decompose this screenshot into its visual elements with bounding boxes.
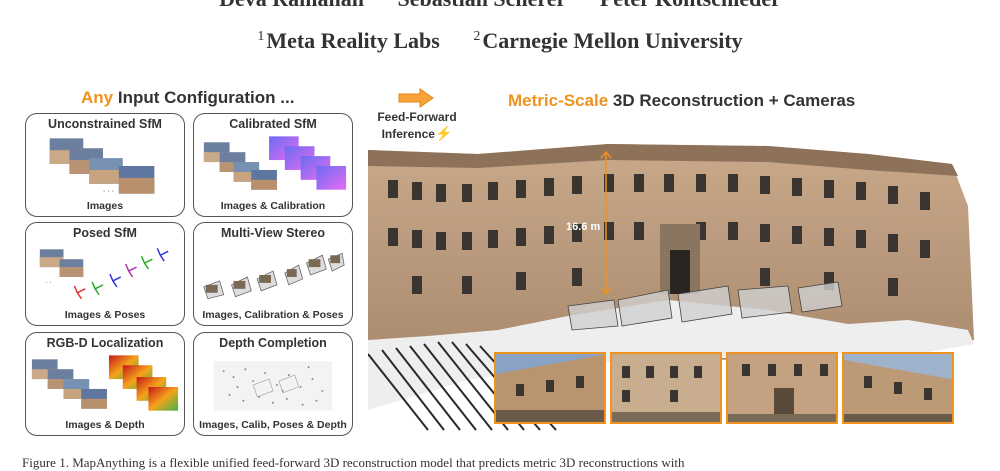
svg-text:. .: . . <box>46 278 52 285</box>
panel-multi-view-stereo: Multi-View Stereo Images, Calibration & … <box>193 222 353 326</box>
panel-calibrated-sfm: Calibrated SfM Images & Calibration <box>193 113 353 217</box>
measurement-label: 16.6 m <box>566 221 600 233</box>
images-poses-icon: . . <box>39 248 169 300</box>
panel-title: Unconstrained SfM <box>48 117 162 131</box>
panel-caption: Images & Poses <box>64 309 146 321</box>
author-name: Deva Ramanan <box>219 0 364 11</box>
svg-text:. . .: . . . <box>103 185 114 194</box>
camera-frusta-icon <box>203 252 345 300</box>
left-heading: Any Input Configuration ... <box>81 88 294 108</box>
author-name: Peter Kontschieder <box>600 0 781 11</box>
panel-title: Posed SfM <box>73 226 137 240</box>
figure-caption: Figure 1. MapAnything is a flexible unif… <box>22 455 685 470</box>
panel-caption: Images <box>86 200 124 212</box>
author-list: Deva Ramanan Sebastian Scherer Peter Kon… <box>0 0 1000 12</box>
panel-title: Calibrated SfM <box>229 117 317 131</box>
stacked-images-icon: . . . <box>49 138 155 194</box>
thumbnail-image <box>726 352 838 424</box>
orange-right-arrow-icon <box>398 88 434 108</box>
arrow-label: Feed-Forward Inference⚡ <box>372 109 462 142</box>
right-heading-rest: 3D Reconstruction + Cameras <box>608 91 856 110</box>
panel-rgbd-localization: RGB-D Localization Images & Depth <box>25 332 185 436</box>
panel-caption: Images, Calibration & Poses <box>202 309 344 321</box>
panel-title: Depth Completion <box>219 336 327 350</box>
arrow-label-line1: Feed-Forward <box>377 110 457 124</box>
author-name: Sebastian Scherer <box>397 0 566 11</box>
right-heading: Metric-Scale 3D Reconstruction + Cameras <box>508 91 855 111</box>
thumbnail-image <box>610 352 722 424</box>
affiliation: 2Carnegie Mellon University <box>473 28 743 53</box>
panel-posed-sfm: Posed SfM . . Images & Poses <box>25 222 185 326</box>
panel-title: Multi-View Stereo <box>221 226 325 240</box>
images-depth-icon <box>31 355 179 411</box>
right-heading-accent: Metric-Scale <box>508 91 609 110</box>
left-heading-rest: Input Configuration ... <box>113 88 295 107</box>
lightning-bolt-icon: ⚡ <box>434 125 453 141</box>
arrow-label-line2: Inference <box>381 127 435 141</box>
panel-caption: Images, Calib, Poses & Depth <box>199 419 347 431</box>
feed-forward-arrow <box>398 88 434 108</box>
panel-caption: Images & Depth <box>65 419 145 431</box>
thumbnail-image <box>494 352 606 424</box>
sparse-point-cloud-icon <box>213 361 333 411</box>
affiliation-list: 1Meta Reality Labs 2Carnegie Mellon Univ… <box>0 28 1000 54</box>
panel-caption: Images & Calibration <box>220 200 326 212</box>
left-heading-accent: Any <box>81 88 114 107</box>
thumbnail-image <box>842 352 954 424</box>
affiliation: 1Meta Reality Labs <box>257 28 440 53</box>
panel-unconstrained-sfm: Unconstrained SfM . . . Images <box>25 113 185 217</box>
panel-title: RGB-D Localization <box>46 336 164 350</box>
images-calibration-icon <box>203 136 347 190</box>
panel-depth-completion: Depth Completion Images, Calib, Poses & … <box>193 332 353 436</box>
